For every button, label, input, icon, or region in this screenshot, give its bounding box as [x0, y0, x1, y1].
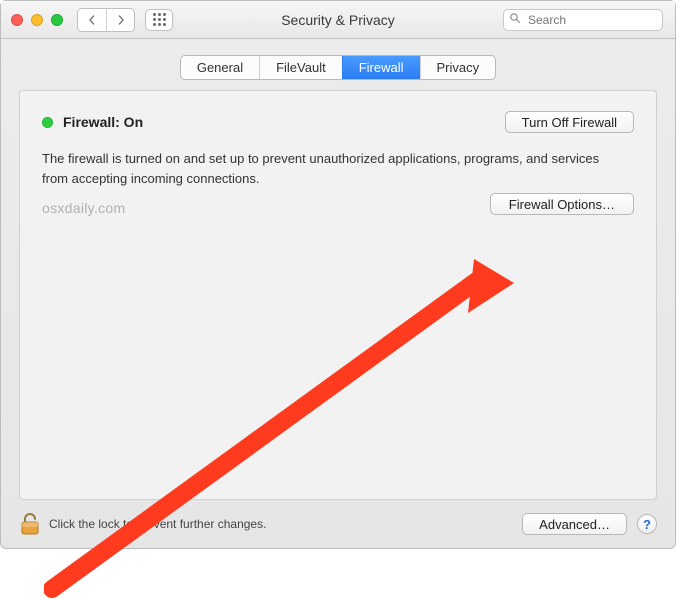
- titlebar: Security & Privacy: [1, 1, 675, 39]
- minimize-icon[interactable]: [31, 14, 43, 26]
- advanced-button[interactable]: Advanced…: [522, 513, 627, 535]
- back-button[interactable]: [78, 9, 106, 31]
- search-icon: [509, 12, 521, 27]
- nav-buttons: [77, 8, 135, 32]
- close-icon[interactable]: [11, 14, 23, 26]
- status-dot-icon: [42, 117, 53, 128]
- forward-button[interactable]: [106, 9, 134, 31]
- annotation-arrow-icon: [44, 259, 514, 599]
- firewall-options-button[interactable]: Firewall Options…: [490, 193, 634, 215]
- status-row: Firewall: On Turn Off Firewall: [42, 111, 634, 133]
- turn-off-firewall-button[interactable]: Turn Off Firewall: [505, 111, 634, 133]
- firewall-status-label: Firewall: On: [63, 114, 143, 130]
- tab-segmented: General FileVault Firewall Privacy: [180, 55, 496, 80]
- tab-row: General FileVault Firewall Privacy: [1, 55, 675, 80]
- lock-button[interactable]: [19, 512, 41, 536]
- window-controls: [11, 14, 63, 26]
- grid-icon: [153, 13, 166, 26]
- footer: Click the lock to prevent further change…: [1, 500, 675, 548]
- lock-icon: [19, 512, 41, 536]
- zoom-icon[interactable]: [51, 14, 63, 26]
- search-wrap: [503, 9, 663, 31]
- search-input[interactable]: [503, 9, 663, 31]
- preferences-window: Security & Privacy General FileVault Fir…: [0, 0, 676, 549]
- footer-right: Advanced… ?: [522, 513, 657, 535]
- lock-help-text: Click the lock to prevent further change…: [49, 517, 266, 531]
- tab-general[interactable]: General: [181, 56, 259, 79]
- firewall-panel: Firewall: On Turn Off Firewall The firew…: [19, 90, 657, 500]
- firewall-description: The firewall is turned on and set up to …: [42, 149, 602, 188]
- show-all-button[interactable]: [145, 9, 173, 31]
- tab-privacy[interactable]: Privacy: [420, 56, 496, 79]
- help-button[interactable]: ?: [637, 514, 657, 534]
- options-row: Firewall Options…: [490, 193, 634, 215]
- tab-firewall[interactable]: Firewall: [342, 56, 420, 79]
- tab-filevault[interactable]: FileVault: [259, 56, 342, 79]
- status-left: Firewall: On: [42, 114, 143, 130]
